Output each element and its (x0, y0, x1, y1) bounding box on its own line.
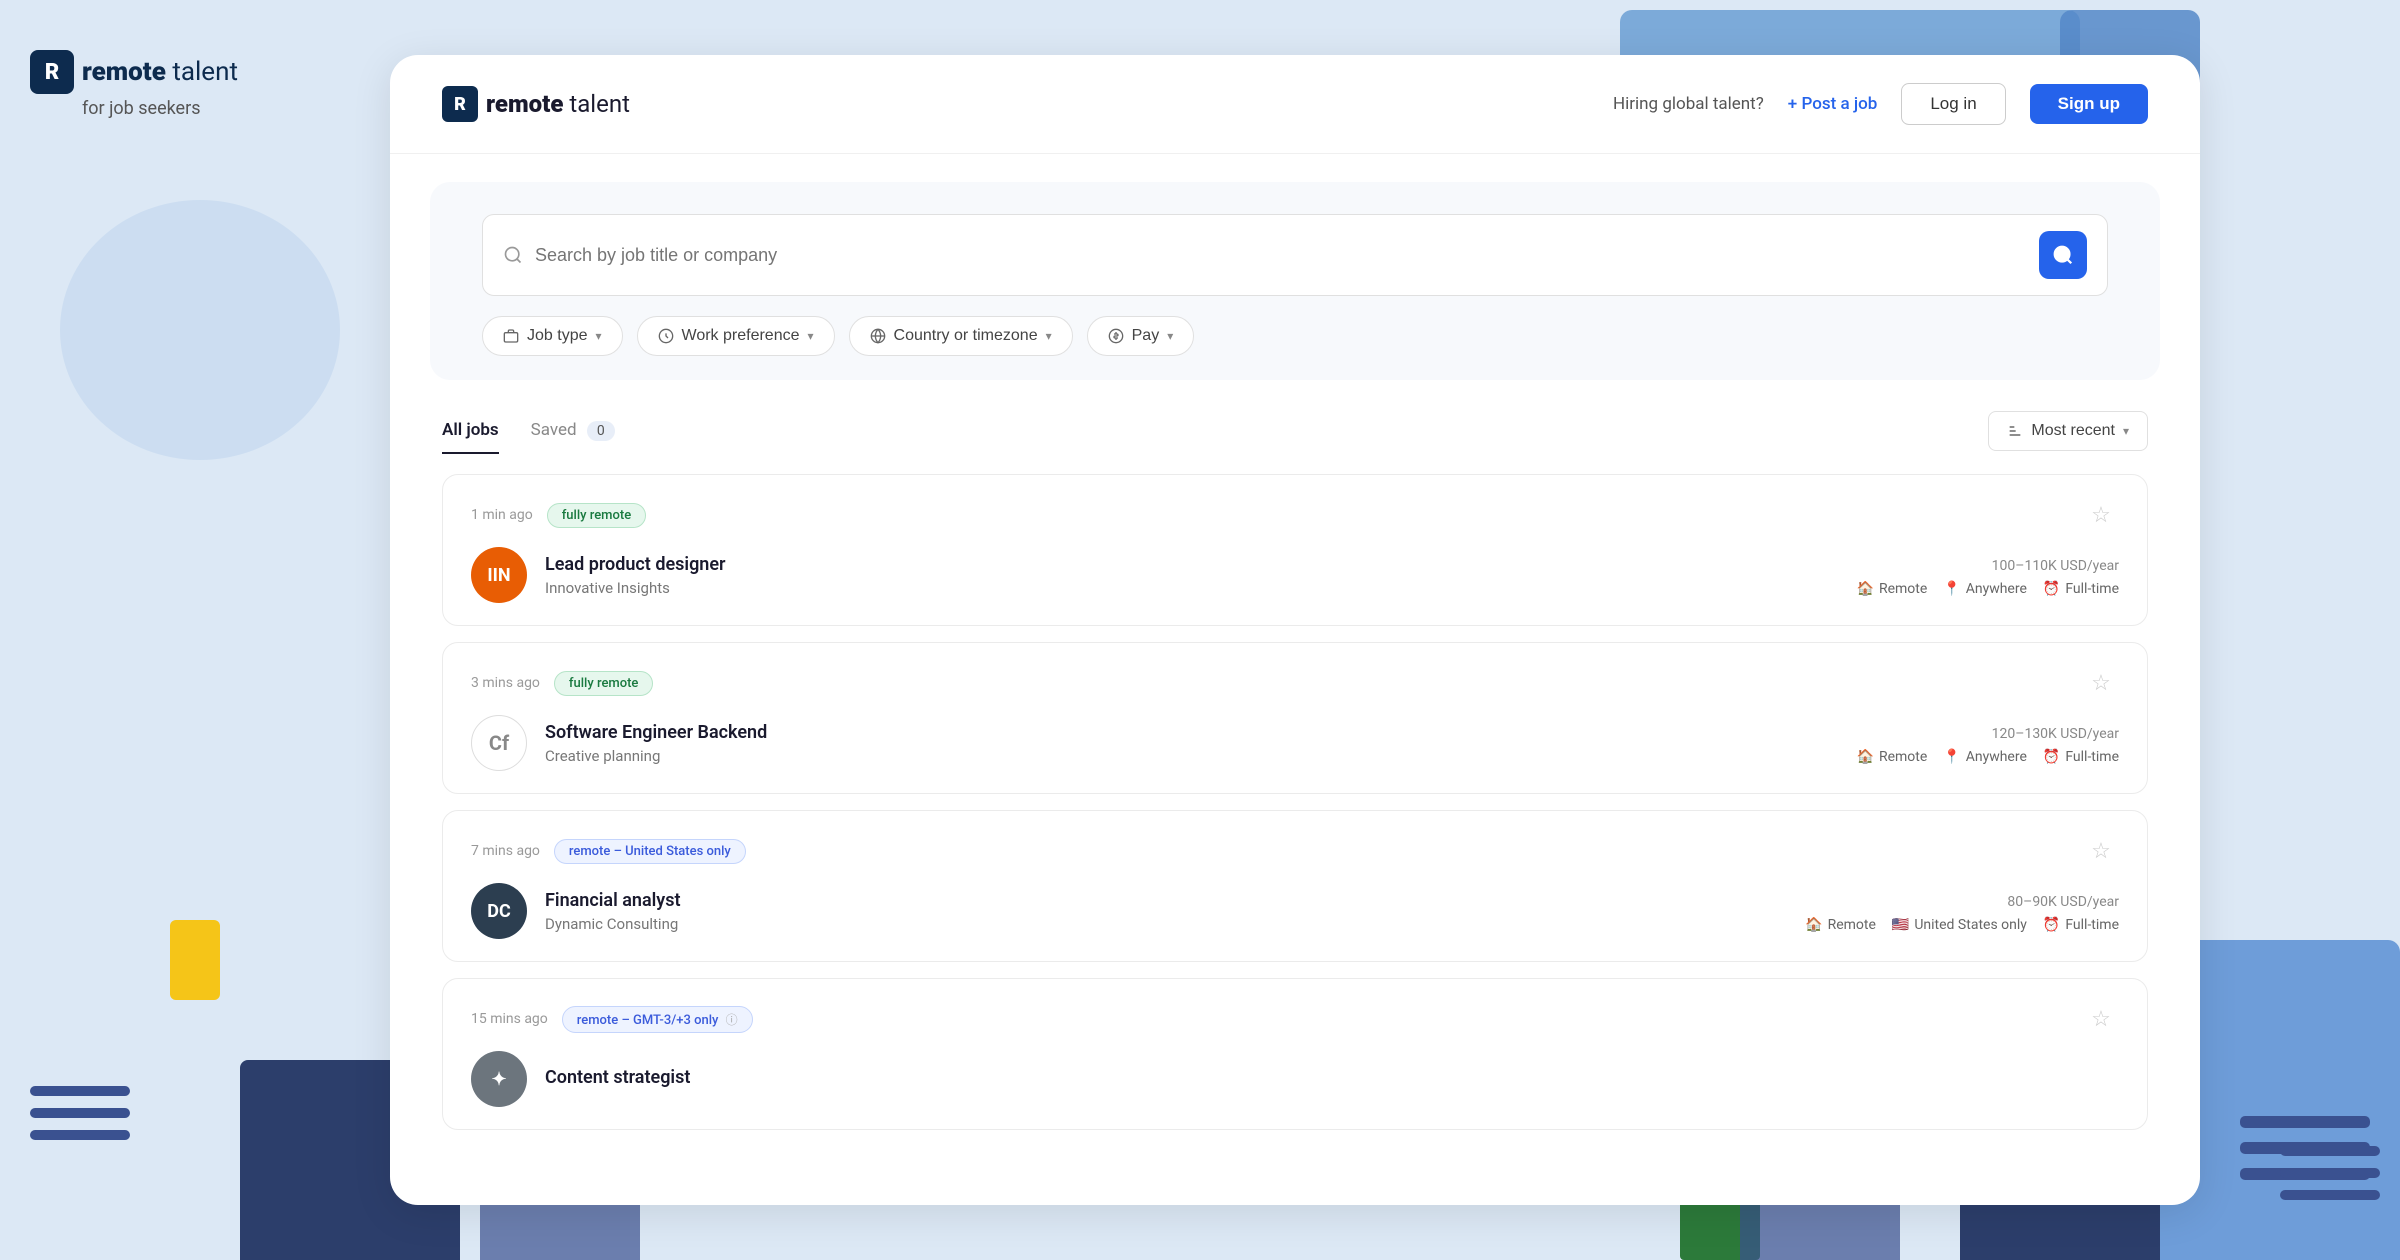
company-logo: IIN (471, 547, 527, 603)
job-meta: 3 mins ago fully remote (471, 671, 653, 696)
chevron-icon: ▾ (808, 329, 814, 343)
tab-all-jobs[interactable]: All jobs (442, 408, 499, 454)
login-button[interactable]: Log in (1901, 83, 2005, 125)
job-badge: remote – United States only (554, 839, 746, 864)
search-section: Job type ▾ Work preference ▾ Country or … (430, 182, 2160, 380)
job-salary: 80–90K USD/year (1805, 890, 2119, 911)
time-ago: 3 mins ago (471, 675, 540, 691)
job-body: Cf Software Engineer Backend Creative pl… (471, 715, 2119, 771)
filter-pay-label: Pay (1132, 327, 1160, 345)
job-left: IIN Lead product designer Innovative Ins… (471, 547, 726, 603)
chevron-icon: ▾ (1167, 329, 1173, 343)
job-tags: 🏠Remote 🇺🇸United States only ⏰Full-time (1805, 917, 2119, 933)
brand-icon: R (30, 50, 74, 94)
job-card[interactable]: 1 min ago fully remote ☆ IIN Lead produc… (442, 474, 2148, 626)
job-company: Dynamic Consulting (545, 915, 681, 933)
dollar-icon (1108, 328, 1124, 344)
nav-right: Hiring global talent? + Post a job Log i… (1613, 83, 2148, 125)
filter-country[interactable]: Country or timezone ▾ (849, 316, 1073, 356)
job-left: DC Financial analyst Dynamic Consulting (471, 883, 681, 939)
job-card[interactable]: 3 mins ago fully remote ☆ Cf Software En… (442, 642, 2148, 794)
job-body: ✦ Content strategist (471, 1051, 2119, 1107)
job-card[interactable]: 7 mins ago remote – United States only ☆… (442, 810, 2148, 962)
job-badge: remote – GMT-3/+3 only ⓘ (562, 1006, 753, 1033)
search-input[interactable] (535, 245, 2027, 266)
job-meta: 15 mins ago remote – GMT-3/+3 only ⓘ (471, 1006, 753, 1033)
globe-icon (870, 328, 886, 344)
filter-job-type-label: Job type (527, 327, 587, 345)
nav-logo-icon: R (442, 86, 478, 122)
brand-subtitle: for job seekers (82, 98, 238, 119)
brand-name: remote talent (82, 57, 238, 87)
navbar: R remote talent Hiring global talent? + … (390, 55, 2200, 154)
chevron-icon: ▾ (1046, 329, 1052, 343)
job-meta: 7 mins ago remote – United States only (471, 839, 746, 864)
save-job-button[interactable]: ☆ (2083, 497, 2119, 533)
sliders-icon (658, 328, 674, 344)
job-right: 80–90K USD/year 🏠Remote 🇺🇸United States … (1805, 890, 2119, 933)
job-meta: 1 min ago fully remote (471, 503, 646, 528)
job-tags: 🏠Remote 📍Anywhere ⏰Full-time (1857, 749, 2120, 765)
save-job-button[interactable]: ☆ (2083, 1001, 2119, 1037)
jobs-tabs: All jobs Saved 0 Most recent ▾ (442, 408, 2148, 454)
search-icon (503, 245, 523, 265)
job-body: DC Financial analyst Dynamic Consulting … (471, 883, 2119, 939)
saved-badge: 0 (587, 421, 615, 441)
briefcase-icon (503, 328, 519, 344)
job-title: Lead product designer (545, 554, 726, 575)
job-body: IIN Lead product designer Innovative Ins… (471, 547, 2119, 603)
time-ago: 7 mins ago (471, 843, 540, 859)
main-card: R remote talent Hiring global talent? + … (390, 55, 2200, 1205)
tabs-left: All jobs Saved 0 (442, 408, 647, 454)
sort-button[interactable]: Most recent ▾ (1988, 411, 2148, 451)
filters-bar: Job type ▾ Work preference ▾ Country or … (482, 316, 2108, 356)
company-logo: Cf (471, 715, 527, 771)
job-company: Innovative Insights (545, 579, 726, 597)
save-job-button[interactable]: ☆ (2083, 833, 2119, 869)
job-tags: 🏠Remote 📍Anywhere ⏰Full-time (1857, 581, 2120, 597)
job-title: Financial analyst (545, 890, 681, 911)
filter-work-preference[interactable]: Work preference ▾ (637, 316, 835, 356)
save-job-button[interactable]: ☆ (2083, 665, 2119, 701)
nav-hiring-text: Hiring global talent? (1613, 94, 1764, 114)
job-card[interactable]: 15 mins ago remote – GMT-3/+3 only ⓘ ☆ ✦… (442, 978, 2148, 1130)
search-button[interactable] (2039, 231, 2087, 279)
nav-logo-text: remote talent (486, 90, 630, 118)
time-ago: 1 min ago (471, 507, 533, 523)
time-ago: 15 mins ago (471, 1011, 548, 1027)
job-title: Software Engineer Backend (545, 722, 767, 743)
job-salary: 120–130K USD/year (1857, 722, 2120, 743)
job-left: ✦ Content strategist (471, 1051, 690, 1107)
job-title: Content strategist (545, 1067, 690, 1088)
job-company: Creative planning (545, 747, 767, 765)
job-badge: fully remote (547, 503, 646, 528)
job-left: Cf Software Engineer Backend Creative pl… (471, 715, 767, 771)
chevron-icon: ▾ (595, 329, 601, 343)
search-bar (482, 214, 2108, 296)
job-right: 100–110K USD/year 🏠Remote 📍Anywhere ⏰Ful… (1857, 554, 2120, 597)
filter-country-label: Country or timezone (894, 327, 1038, 345)
company-logo: ✦ (471, 1051, 527, 1107)
filter-pay[interactable]: Pay ▾ (1087, 316, 1195, 356)
signup-button[interactable]: Sign up (2030, 84, 2148, 124)
sort-icon (2007, 423, 2023, 439)
company-logo: DC (471, 883, 527, 939)
sort-label: Most recent (2031, 422, 2115, 440)
sidebar-brand: R remote talent for job seekers (30, 50, 238, 119)
post-job-link[interactable]: + Post a job (1788, 94, 1878, 114)
job-badge: fully remote (554, 671, 653, 696)
job-salary: 100–110K USD/year (1857, 554, 2120, 575)
filter-work-preference-label: Work preference (682, 327, 800, 345)
job-right: 120–130K USD/year 🏠Remote 📍Anywhere ⏰Ful… (1857, 722, 2120, 765)
chevron-icon: ▾ (2123, 424, 2129, 438)
nav-logo: R remote talent (442, 86, 630, 122)
jobs-section: All jobs Saved 0 Most recent ▾ 1 min ago… (390, 408, 2200, 1130)
filter-job-type[interactable]: Job type ▾ (482, 316, 623, 356)
tab-saved[interactable]: Saved 0 (531, 408, 615, 454)
